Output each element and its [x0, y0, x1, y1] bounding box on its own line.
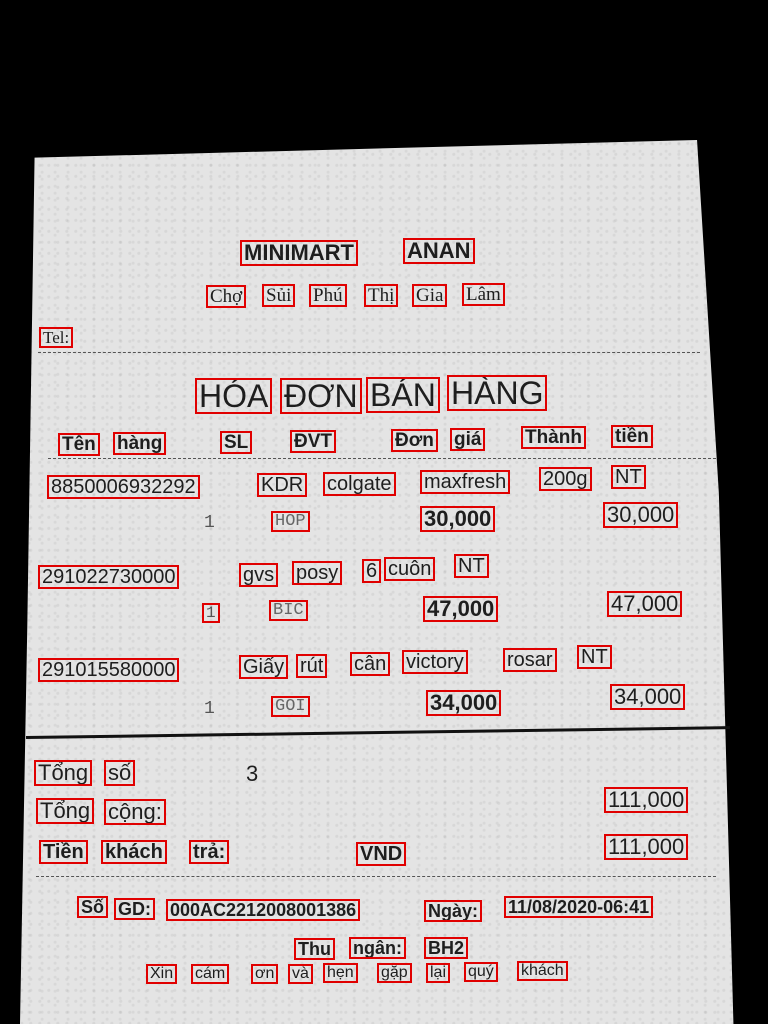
item-name-word: maxfresh	[419, 470, 511, 494]
txn-id: 000AC2212008001386	[165, 899, 361, 921]
item-qty: 1	[204, 699, 215, 719]
txn-label-word: GD:	[114, 898, 155, 920]
item-name-word: KDR	[256, 473, 308, 497]
cashier-label-word: ngân:	[349, 937, 406, 959]
item-name-word: posy	[291, 561, 343, 585]
item-unit: GOI	[271, 696, 310, 717]
col-qty: SL	[219, 431, 253, 454]
item-name-word: 200g	[539, 467, 592, 491]
item-amount: 34,000	[609, 684, 686, 710]
address-word: Gia	[411, 284, 448, 307]
grand-total-label-word: Tổng	[35, 798, 95, 824]
thanks-word: khách	[517, 961, 568, 981]
invoice-title-word: HÀNG	[446, 375, 548, 411]
col-price-word: Đơn	[391, 429, 438, 452]
thanks-word: và	[288, 964, 313, 984]
total-qty-label-word: Tổng	[33, 760, 93, 786]
item-name-word: cuôn	[383, 557, 436, 581]
thanks-word: hẹn	[323, 963, 358, 983]
item-name-word: colgate	[323, 472, 396, 496]
item-name-word: 6	[361, 559, 382, 583]
item-name-word: rosar	[503, 648, 557, 672]
item-name-word: victory	[402, 650, 468, 674]
thanks-word: cám	[190, 964, 230, 984]
txn-label-word: Số	[76, 896, 109, 918]
thanks-word: lại	[425, 963, 451, 983]
col-amount-word: tiền	[611, 425, 653, 448]
item-name-word: cân	[349, 652, 391, 676]
cashier-value: BH2	[423, 937, 469, 959]
date-label: Ngày:	[423, 900, 483, 922]
item-price: 34,000	[425, 690, 502, 716]
columns-divider	[48, 458, 716, 459]
item-name-word: 291022730000	[37, 565, 180, 589]
grand-total-label-word: cộng:	[104, 799, 166, 825]
item-price: 30,000	[419, 506, 496, 532]
date-value: 11/08/2020-06:41	[503, 896, 654, 918]
total-qty-label-word: số	[103, 760, 136, 786]
col-amount-word: Thành	[521, 426, 586, 449]
currency-label: VND	[355, 842, 407, 866]
paid-value: 111,000	[603, 834, 689, 860]
item-name-word: 291015580000	[37, 658, 180, 682]
store-name-word: MINIMART	[240, 240, 358, 266]
item-name-word: NT	[611, 465, 646, 489]
grand-total-value: 111,000	[603, 787, 689, 813]
address-word: Phú	[309, 284, 347, 307]
address-word: Lâm	[462, 283, 505, 306]
thanks-word: ơn	[250, 964, 279, 984]
address-word: Chợ	[205, 285, 247, 308]
item-unit: BIC	[269, 600, 308, 621]
totals-divider	[36, 876, 716, 877]
item-name-word: Giấy	[238, 655, 289, 679]
invoice-title-word: ĐƠN	[280, 378, 362, 414]
header-divider	[38, 352, 700, 353]
invoice-title-word: BÁN	[366, 377, 440, 413]
item-name-word: 8850006932292	[47, 475, 200, 499]
store-name-word: ANAN	[403, 238, 475, 264]
thanks-word: quý	[464, 962, 498, 982]
paid-label-word: Tiền	[39, 840, 88, 864]
item-qty: 1	[204, 513, 215, 533]
item-unit: HOP	[271, 511, 310, 532]
total-qty-value: 3	[246, 761, 259, 786]
thanks-word: gặp	[377, 963, 412, 983]
col-unit: ĐVT	[290, 430, 336, 453]
col-name-word: Tên	[58, 433, 100, 456]
item-name-word: rút	[295, 654, 328, 678]
item-name-word: NT	[577, 645, 612, 669]
invoice-title-word: HÓA	[194, 378, 273, 414]
address-word: Sủi	[261, 284, 296, 307]
item-amount: 30,000	[602, 502, 679, 528]
address-word: Thị	[363, 284, 399, 307]
col-price-word: giá	[449, 428, 486, 451]
item-name-word: NT	[454, 554, 489, 578]
item-qty: 1	[202, 603, 220, 623]
paid-label-word: khách	[101, 840, 167, 864]
thanks-word: Xin	[145, 964, 178, 984]
col-name-word: hàng	[112, 432, 167, 455]
cashier-label-word: Thu	[294, 938, 335, 960]
item-price: 47,000	[422, 596, 499, 622]
item-amount: 47,000	[606, 591, 683, 617]
item-name-word: gvs	[238, 563, 279, 587]
tel-label: Tel:	[38, 327, 74, 348]
paid-label-word: trả:	[188, 840, 230, 864]
